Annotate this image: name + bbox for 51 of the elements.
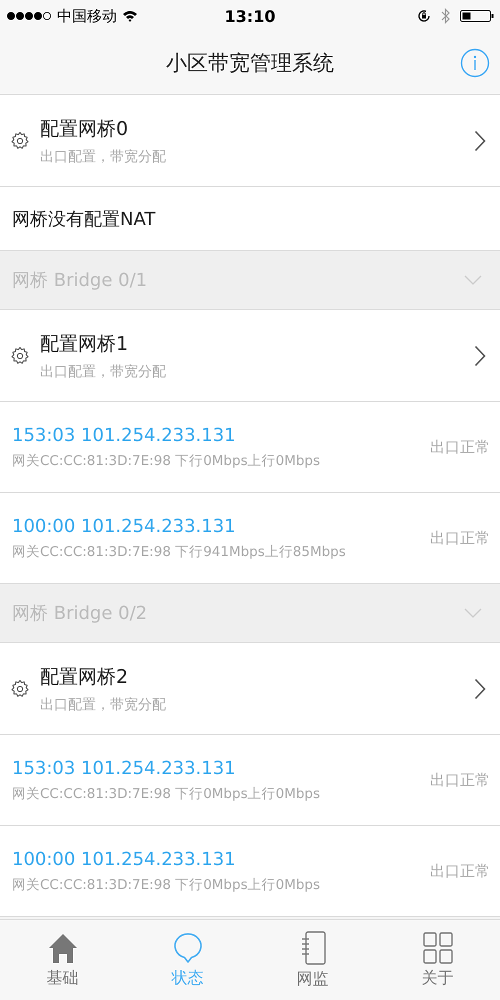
tab[interactable]: 基础 (0, 920, 125, 1000)
app-title: 小区带宽管理系统 (166, 50, 334, 77)
settings-icon (10, 130, 30, 150)
tab[interactable]: 状态 (125, 920, 250, 1000)
notebook-icon (300, 930, 326, 964)
gateway-row[interactable]: 153:03 101.254.233.131 网关CC:CC:81:3D:7E:98 下行0Mbps上行0Mbps 出口正常 (0, 735, 500, 826)
gateway-detail: 网关CC:CC:81:3D:7E:98 下行941Mbps上行85Mbps (12, 542, 347, 560)
bridge-config-row[interactable]: 配置网桥0 出口配置，带宽分配 (0, 95, 500, 187)
clock-time: 13:10 (224, 6, 276, 26)
info-icon[interactable] (460, 48, 490, 78)
rotation-lock-icon (417, 9, 431, 23)
signal-icon (6, 11, 52, 21)
tab[interactable]: 关于 (375, 920, 500, 1000)
row-title: 配置网桥2 (40, 664, 130, 690)
nat-notice: 网桥没有配置NAT (12, 208, 156, 230)
gateway-status: 出口正常 (430, 438, 490, 456)
settings-icon (10, 346, 30, 366)
gateway-address: 153:03 101.254.233.131 (12, 424, 237, 446)
row-title: 配置网桥0 (40, 116, 130, 142)
bridge-config-row[interactable]: 配置网桥1 出口配置，带宽分配 (0, 310, 500, 402)
gateway-row[interactable]: 100:00 101.254.233.131 网关CC:CC:81:3D:7E:98 下行941Mbps上行85Mbps 出口正常 (0, 493, 500, 584)
chevron-right-icon (474, 344, 486, 366)
chevron-down-icon (464, 275, 482, 285)
row-subtitle: 出口配置，带宽分配 (40, 362, 167, 380)
gateway-detail: 网关CC:CC:81:3D:7E:98 下行0Mbps上行0Mbps (12, 452, 322, 470)
gateway-row[interactable]: 100:00 101.254.233.131 网关CC:CC:81:3D:7E:98 下行0Mbps上行0Mbps 出口正常 (0, 826, 500, 917)
row-subtitle: 出口配置，带宽分配 (40, 148, 167, 166)
row-title: 配置网桥1 (40, 332, 130, 356)
home-icon (48, 932, 78, 964)
settings-icon (10, 678, 30, 698)
speech-bubble-icon (172, 932, 204, 964)
gateway-row[interactable]: 153:03 101.254.233.131 网关CC:CC:81:3D:7E:98 下行0Mbps上行0Mbps 出口正常 (0, 402, 500, 493)
gateway-detail: 网关CC:CC:81:3D:7E:98 下行0Mbps上行0Mbps (12, 784, 322, 802)
carrier-name: 中国移动 (57, 6, 117, 26)
battery-icon (460, 9, 494, 23)
bridge-config-row[interactable]: 配置网桥2 出口配置，带宽分配 (0, 643, 500, 735)
row-subtitle: 出口配置，带宽分配 (40, 696, 167, 714)
gateway-status: 出口正常 (430, 770, 490, 790)
tab[interactable]: 网监 (250, 920, 375, 1000)
gateway-address: 100:00 101.254.233.131 (12, 848, 237, 870)
wifi-icon (122, 10, 138, 22)
bluetooth-icon (441, 8, 450, 24)
gateway-address: 100:00 101.254.233.131 (12, 516, 237, 536)
gateway-status: 出口正常 (430, 528, 490, 548)
gateway-status: 出口正常 (430, 862, 490, 880)
gateway-address: 153:03 101.254.233.131 (12, 758, 237, 778)
chevron-down-icon (464, 608, 482, 618)
grid-icon (422, 932, 452, 964)
chevron-right-icon (474, 130, 486, 152)
chevron-right-icon (474, 678, 486, 700)
gateway-detail: 网关CC:CC:81:3D:7E:98 下行0Mbps上行0Mbps (12, 876, 322, 894)
